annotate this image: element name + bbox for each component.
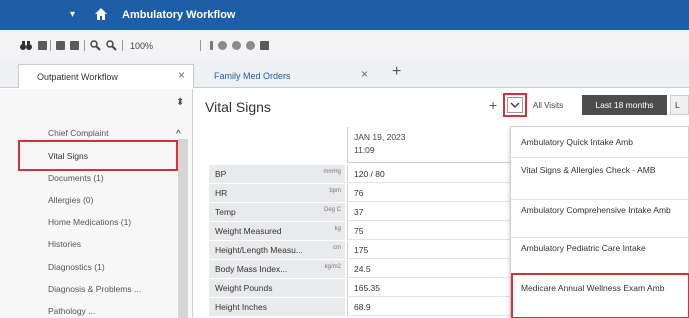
sidebar-scrollbar[interactable] — [178, 139, 188, 318]
table-row: Weight Measured kg 75 — [209, 222, 517, 241]
document-icon[interactable] — [38, 41, 47, 50]
toolbar-separator — [50, 40, 51, 51]
sidebar-item-vital-signs[interactable]: Vital Signs — [48, 151, 88, 161]
zoom-in-icon[interactable] — [90, 40, 101, 51]
app-window: ▾ Ambulatory Workflow 100% Outpatient Wo… — [0, 0, 689, 318]
toolbar-separator — [84, 40, 85, 51]
print-icon[interactable] — [56, 41, 65, 50]
menu-item-medicare-wellness[interactable]: Medicare Annual Wellness Exam Amb — [511, 281, 689, 296]
sidebar: ⬍ ^ Chief Complaint Vital Signs Document… — [0, 89, 193, 318]
column-time: 11:09 — [354, 145, 375, 155]
menu-item-quick-intake[interactable]: Ambulatory Quick Intake Amb — [511, 135, 689, 150]
pin-icon[interactable]: ⬍ — [176, 97, 184, 108]
binoculars-icon[interactable] — [20, 40, 32, 51]
range-button-selected[interactable]: Last 18 months — [582, 95, 667, 115]
menu-item-vital-signs-allergies[interactable]: Vital Signs & Allergies Check - AMB — [511, 163, 689, 178]
row-label: HR bpm — [209, 184, 345, 202]
row-value[interactable]: 165.35 — [347, 279, 517, 297]
home-icon[interactable] — [94, 7, 108, 21]
range-button-next[interactable]: L — [670, 95, 689, 115]
all-visits-filter[interactable]: All Visits — [533, 101, 563, 110]
tab-outpatient-workflow[interactable]: Outpatient Workflow × — [18, 64, 194, 88]
tab-label: Family Med Orders — [214, 71, 291, 81]
tab-strip: Outpatient Workflow × Family Med Orders … — [0, 60, 689, 88]
tab-family-med-orders[interactable]: Family Med Orders × — [198, 64, 376, 88]
selection-highlight — [18, 140, 178, 171]
small-tool-icon[interactable] — [210, 41, 213, 50]
intake-dropdown-menu: Ambulatory Quick Intake Amb Vital Signs … — [510, 126, 689, 318]
row-label: Weight Pounds — [209, 279, 345, 297]
add-component-button[interactable]: + — [489, 97, 497, 113]
sidebar-item-allergies[interactable]: Allergies (0) — [48, 195, 93, 205]
table-row: Weight Pounds 165.35 — [209, 279, 517, 298]
table-row: Temp Deg C 37 — [209, 203, 517, 222]
row-value[interactable]: 68.9 — [347, 298, 517, 316]
zoom-level[interactable]: 100% — [130, 41, 153, 51]
row-label: Height Inches — [209, 298, 345, 316]
toolbar-separator — [122, 40, 123, 51]
menu-caret-icon[interactable]: ▾ — [70, 9, 75, 20]
vitals-table: JAN 19, 2023 11:09 BP mmHg 120 / 80 HR bpm… — [209, 127, 517, 318]
page-icon[interactable] — [70, 41, 79, 50]
row-value[interactable]: 175 — [347, 241, 517, 259]
close-icon[interactable]: × — [361, 67, 368, 81]
sidebar-item-documents[interactable]: Documents (1) — [48, 173, 104, 183]
table-row: Height Inches 68.9 — [209, 298, 517, 317]
column-header: JAN 19, 2023 11:09 — [347, 127, 517, 163]
toolbar: 100% — [0, 30, 689, 60]
toolbar-separator — [200, 40, 201, 51]
row-label: Weight Measured kg — [209, 222, 345, 240]
component-title: Vital Signs — [205, 99, 271, 115]
row-label: Temp Deg C — [209, 203, 345, 221]
row-value[interactable]: 75 — [347, 222, 517, 240]
row-label: Body Mass Index... kg/m2 — [209, 260, 345, 278]
export-icon[interactable] — [260, 41, 269, 50]
row-value[interactable]: 76 — [347, 184, 517, 202]
row-value[interactable]: 24.5 — [347, 260, 517, 278]
sidebar-item-home-medications[interactable]: Home Medications (1) — [48, 217, 131, 227]
row-value[interactable]: 37 — [347, 203, 517, 221]
circle-tool-icon[interactable] — [232, 41, 241, 50]
window-title: Ambulatory Workflow — [122, 9, 236, 21]
row-label: Height/Length Measu... cm — [209, 241, 345, 259]
title-bar: ▾ Ambulatory Workflow — [0, 0, 689, 30]
menu-item-pediatric-care[interactable]: Ambulatory Pediatric Care Intake — [511, 241, 689, 256]
close-icon[interactable]: × — [178, 68, 185, 82]
sidebar-item-pathology[interactable]: Pathology ... — [48, 306, 95, 316]
menu-divider — [511, 237, 689, 238]
row-value[interactable]: 120 / 80 — [347, 165, 517, 183]
menu-divider — [511, 199, 689, 200]
add-tab-icon[interactable]: + — [392, 63, 401, 81]
sidebar-item-chief-complaint[interactable]: Chief Complaint — [48, 128, 108, 138]
table-row: HR bpm 76 — [209, 184, 517, 203]
sidebar-item-diagnosis-problems[interactable]: Diagnosis & Problems ... — [48, 284, 141, 294]
tab-label: Outpatient Workflow — [37, 71, 118, 82]
zoom-out-icon[interactable] — [106, 40, 117, 51]
circle-tool-icon[interactable] — [246, 41, 255, 50]
table-row: Height/Length Measu... cm 175 — [209, 241, 517, 260]
table-row: BP mmHg 120 / 80 — [209, 165, 517, 184]
circle-tool-icon[interactable] — [218, 41, 227, 50]
row-label: BP mmHg — [209, 165, 345, 183]
sidebar-item-diagnostics[interactable]: Diagnostics (1) — [48, 262, 105, 272]
dropdown-highlight — [503, 93, 527, 117]
table-row: Body Mass Index... kg/m2 24.5 — [209, 260, 517, 279]
menu-divider — [511, 157, 689, 158]
sidebar-item-histories[interactable]: Histories — [48, 239, 81, 249]
menu-item-comprehensive-intake[interactable]: Ambulatory Comprehensive Intake Amb — [511, 203, 689, 218]
column-date: JAN 19, 2023 — [354, 132, 406, 142]
